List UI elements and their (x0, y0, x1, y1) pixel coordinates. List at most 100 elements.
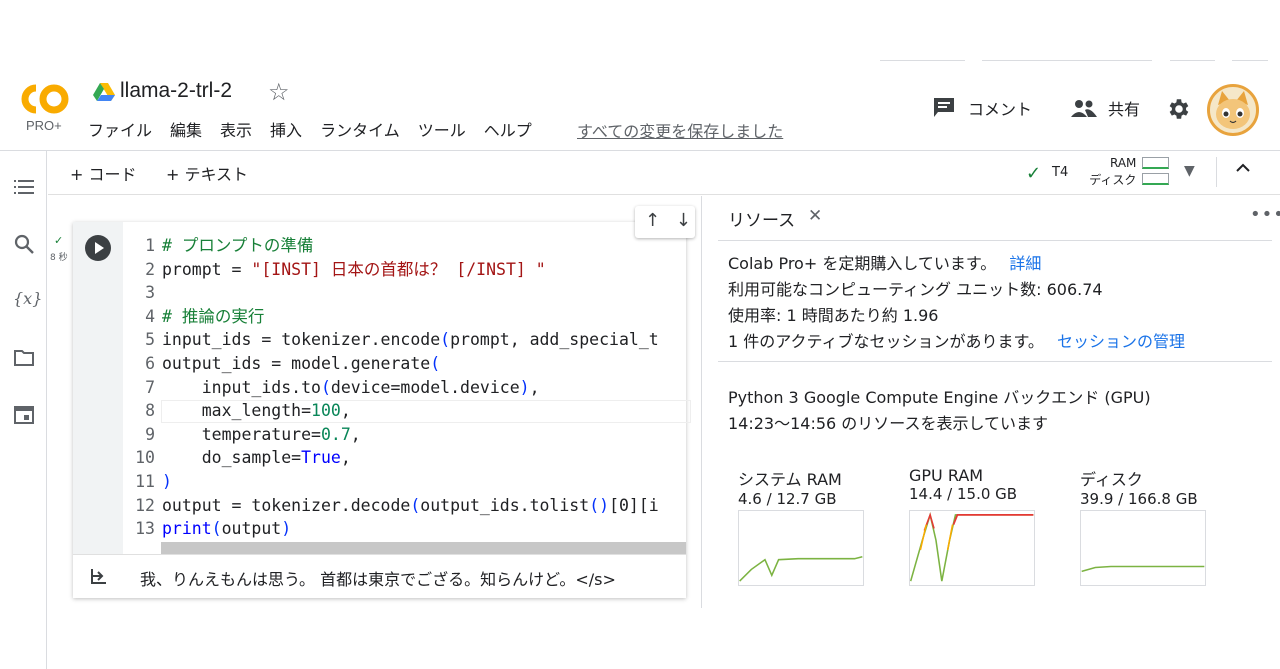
line-number: 12 (135, 495, 155, 515)
arrow-up-icon[interactable]: ↑ (645, 210, 660, 231)
code-line[interactable]: 1 # プロンプトの準備 (123, 234, 686, 258)
comment-button[interactable]: コメント (932, 96, 1032, 120)
folder-icon[interactable] (13, 347, 35, 369)
gear-icon[interactable] (1165, 96, 1191, 122)
star-icon[interactable]: ☆ (268, 78, 290, 106)
sparkline (1080, 510, 1206, 586)
menu-help[interactable]: ヘルプ (484, 117, 532, 141)
menu-view[interactable]: 表示 (220, 117, 252, 141)
connected-check-icon: ✓ (1026, 163, 1042, 184)
details-link[interactable]: 詳細 (1009, 254, 1041, 273)
code-line[interactable]: 9 temperature=0.7, (123, 423, 686, 447)
menu-insert[interactable]: 挿入 (270, 117, 302, 141)
code-line[interactable]: 12 output = tokenizer.decode(output_ids.t… (123, 494, 686, 518)
manage-sessions-link[interactable]: セッションの管理 (1057, 332, 1185, 351)
top-tab-line (880, 60, 965, 61)
resource-bars[interactable] (1142, 157, 1169, 189)
chevron-up-icon[interactable] (1234, 159, 1252, 177)
line-number: 9 (145, 424, 155, 444)
code-line[interactable]: 2 prompt = "[INST] 日本の首都は？ [/INST] " (123, 258, 686, 282)
calendar-icon[interactable] (13, 403, 35, 425)
cat-avatar-icon (1216, 91, 1250, 129)
menu-file[interactable]: ファイル (88, 117, 152, 141)
resources-tab[interactable]: リソース (728, 206, 795, 231)
code-line[interactable]: 11) (123, 470, 686, 494)
gauge-system-ram: システム RAM 4.6 / 12.7 GB (738, 466, 868, 586)
code-cell[interactable]: ↑ ↓ 1 # プロンプトの準備 2 prompt = "[INST] 日本の首都は？… (73, 206, 695, 598)
code-editor[interactable]: 1 # プロンプトの準備 2 prompt = "[INST] 日本の首都は？ [/I… (123, 234, 686, 554)
resources-tab-divider (718, 240, 1272, 241)
gauge-value: 14.4 / 15.0 GB (909, 485, 1018, 503)
colab-logo-icon (21, 84, 69, 114)
exec-check-icon: ✓ (54, 234, 64, 247)
line-code: input_ids = tokenizer.encode(prompt, add… (162, 330, 659, 350)
code-line[interactable]: 3 (123, 281, 686, 305)
variables-icon[interactable]: {x} (13, 289, 42, 311)
line-number: 3 (145, 283, 155, 303)
line-number: 11 (135, 471, 155, 491)
menubar: ファイル 編集 表示 挿入 ランタイム ツール ヘルプ (88, 117, 550, 141)
line-code: max_length=100, (162, 401, 351, 421)
code-line[interactable]: 8 max_length=100, (123, 399, 686, 423)
line-code: temperature=0.7, (162, 424, 361, 444)
line-number: 8 (145, 401, 155, 421)
code-line[interactable]: 6 output_ids = model.generate( (123, 352, 686, 376)
usage-rate: 使用率: 1 時間あたり約 1.96 (728, 306, 939, 325)
sparkline (738, 510, 864, 586)
period-label: 14:23～14:56 のリソースを表示しています (728, 414, 1049, 433)
line-number: 7 (145, 377, 155, 397)
exec-time: 8 秒 (50, 253, 68, 263)
share-button[interactable]: 共有 (1070, 96, 1140, 120)
top-tab-line (982, 60, 1152, 61)
chevron-down-icon[interactable]: ▼ (1184, 163, 1195, 179)
pro-badge: PRO+ (26, 118, 62, 133)
line-number: 13 (135, 519, 155, 539)
drive-icon[interactable] (93, 82, 115, 102)
code-line[interactable]: 4 # 推論の実行 (123, 305, 686, 329)
avatar[interactable] (1207, 84, 1259, 136)
gauge-disk: ディスク 39.9 / 166.8 GB (1080, 466, 1210, 586)
save-status[interactable]: すべての変更を保存しました (577, 118, 783, 142)
cell-output: 我、りんえもんは思う。 首都は東京でござる。知らんけど。</s> (73, 554, 686, 598)
line-number: 2 (145, 259, 155, 279)
close-icon[interactable]: ✕ (808, 206, 822, 226)
line-code: print(output) (162, 519, 292, 539)
horizontal-scrollbar[interactable] (161, 542, 686, 554)
add-code-button[interactable]: + コード (70, 161, 137, 185)
menu-edit[interactable]: 編集 (170, 117, 202, 141)
top-tab-line (1170, 60, 1215, 61)
gauge-title: GPU RAM (909, 466, 984, 485)
menu-tools[interactable]: ツール (418, 117, 466, 141)
colab-logo[interactable]: PRO+ (14, 82, 72, 133)
add-text-button[interactable]: + テキスト (166, 161, 248, 185)
code-line[interactable]: 5 input_ids = tokenizer.encode(prompt, ad… (123, 328, 686, 352)
ram-label: RAM (1110, 156, 1137, 170)
code-line[interactable]: 7 input_ids.to(device=model.device), (123, 376, 686, 400)
resource-labels[interactable]: RAM ディスク (1089, 155, 1137, 189)
search-icon[interactable] (13, 233, 35, 255)
toc-icon[interactable] (13, 176, 35, 198)
line-code: # 推論の実行 (162, 306, 265, 326)
notebook-title[interactable]: llama-2-trl-2 (120, 79, 232, 103)
code-line[interactable]: 13 print(output) (123, 517, 686, 541)
line-number: 10 (135, 448, 155, 468)
subscription-line: Colab Pro+ を定期購入しています。 詳細 (728, 250, 1041, 274)
output-text: 我、りんえもんは思う。 首都は東京でござる。知らんけど。</s> (140, 570, 616, 589)
cell-gutter (73, 222, 123, 554)
ram-bar (1142, 157, 1169, 169)
runtime-type[interactable]: T4 (1052, 165, 1068, 180)
panel-divider[interactable] (701, 196, 702, 608)
toolbar: + コード + テキスト ✓ T4 RAM ディスク ▼ (48, 151, 1280, 195)
run-cell-button[interactable] (85, 235, 111, 261)
comment-icon (934, 98, 954, 117)
menu-runtime[interactable]: ランタイム (320, 117, 400, 141)
compute-units: 利用可能なコンピューティング ユニット数: 606.74 (728, 280, 1103, 299)
gauge-value: 4.6 / 12.7 GB (738, 490, 837, 508)
more-icon[interactable]: ••• (1250, 204, 1280, 225)
output-icon[interactable] (89, 566, 109, 586)
line-code: input_ids.to(device=model.device), (162, 377, 540, 397)
people-icon (1071, 100, 1097, 117)
arrow-down-icon[interactable]: ↓ (676, 210, 691, 231)
line-number: 4 (145, 306, 155, 326)
code-line[interactable]: 10 do_sample=True, (123, 446, 686, 470)
